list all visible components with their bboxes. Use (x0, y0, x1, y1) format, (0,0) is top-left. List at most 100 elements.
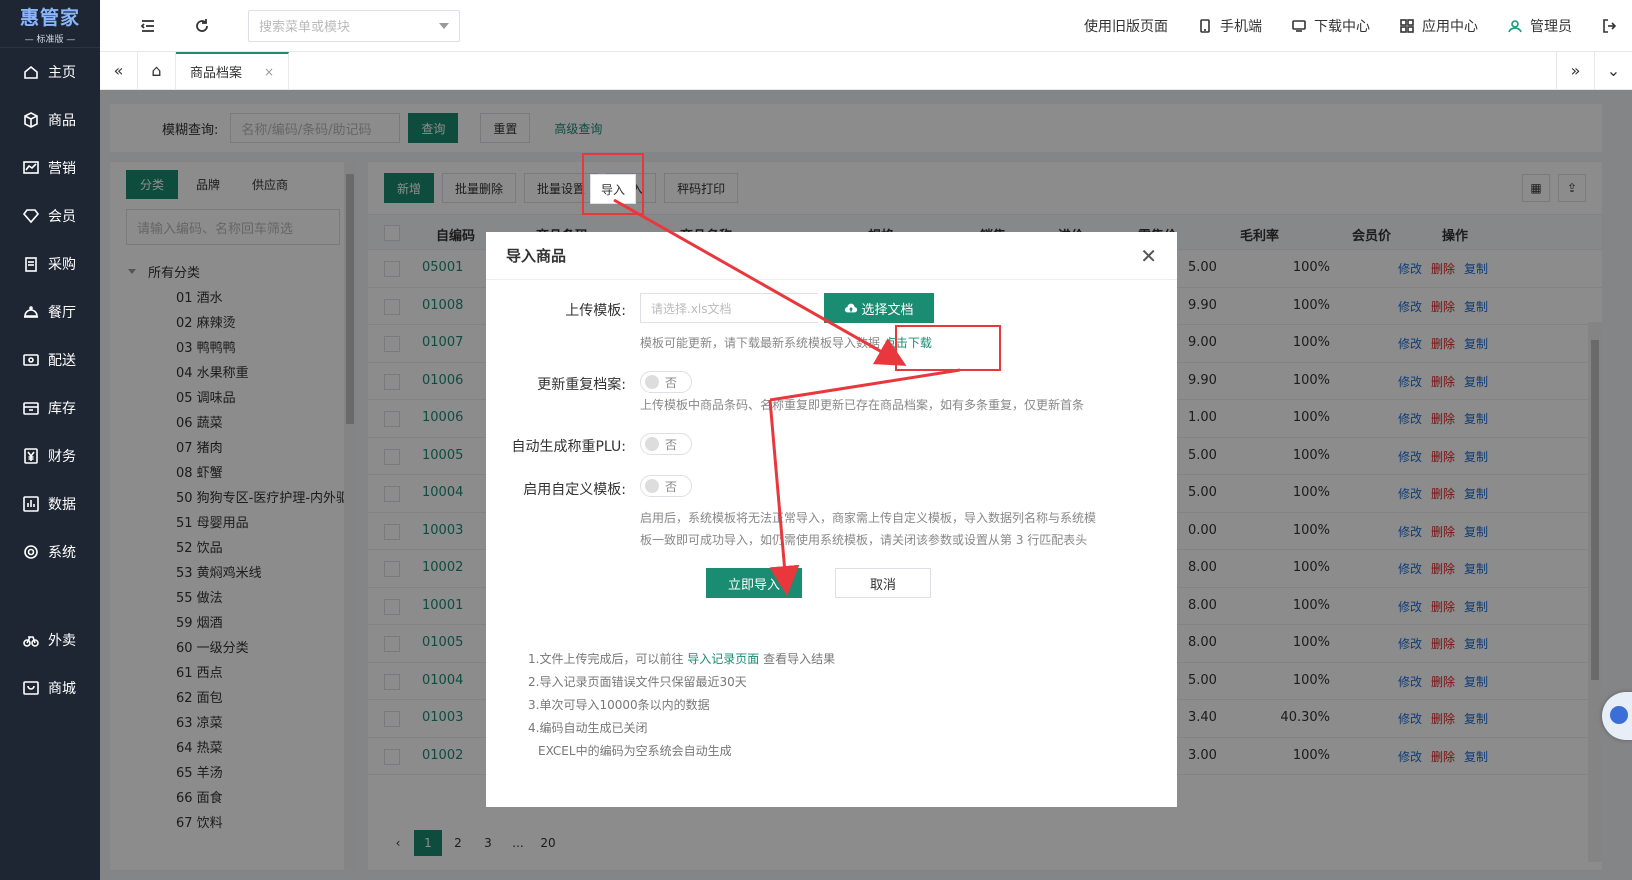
sidebar-item-label: 主页 (48, 65, 76, 81)
logout-button[interactable] (1602, 18, 1624, 33)
cloche-icon (22, 303, 40, 321)
bike-icon (22, 631, 40, 649)
old-page-link[interactable]: 使用旧版页面 (1084, 16, 1168, 36)
user-menu[interactable]: 管理员 (1508, 16, 1572, 36)
file-path-input[interactable]: 请选择.xls文档 (640, 293, 818, 323)
tab-goods-archive[interactable]: 商品档案 × (176, 52, 290, 89)
download-center-link[interactable]: 下载中心 (1292, 16, 1370, 36)
menu-collapse-icon[interactable] (128, 6, 168, 46)
box-icon (22, 399, 40, 417)
note-1-prefix: 1.文件上传完成后，可以前往 (528, 652, 688, 666)
sidebar-item-label: 库存 (48, 401, 76, 417)
import-records-link[interactable]: 导入记录页面 (687, 652, 759, 666)
sidebar-item-label: 餐厅 (48, 305, 76, 321)
note-2: 2.导入记录页面错误文件只保留最近30天 (528, 675, 747, 689)
import-now-button[interactable]: 立即导入 (706, 568, 802, 598)
refresh-icon[interactable] (182, 6, 222, 46)
toggle-knob (645, 437, 659, 451)
settings-icon (22, 543, 40, 561)
user-icon (1508, 19, 1522, 32)
sidebar-item-2[interactable]: 营销 (0, 144, 100, 192)
clipboard-icon (22, 255, 40, 273)
sidebar-item-label: 商城 (48, 681, 76, 697)
toggle-state: 否 (665, 437, 678, 452)
choose-file-button[interactable]: 选择文档 (824, 293, 934, 323)
mobile-label: 手机端 (1220, 18, 1262, 35)
import-goods-dialog: 导入商品 ✕ 上传模板: 请选择.xls文档 选择文档 模板可能更新，请下载最新… (486, 232, 1177, 807)
sidebar-item-label: 外卖 (48, 633, 76, 649)
tabs-scroll-right-icon[interactable]: » (1556, 52, 1594, 89)
toggle-state: 否 (665, 479, 678, 494)
note-3: 3.单次可导入10000条以内的数据 (528, 698, 710, 712)
auto-plu-label: 自动生成称重PLU: (511, 439, 626, 455)
menu-search-select[interactable]: 搜索菜单或模块 (248, 9, 460, 42)
apps-grid-icon (1400, 18, 1414, 33)
sidebar-item-6[interactable]: 配送 (0, 336, 100, 384)
sidebar-item-label: 营销 (48, 161, 76, 177)
dialog-header: 导入商品 ✕ (486, 232, 1177, 280)
sidebar-item-label: 会员 (48, 209, 76, 225)
sidebar-item-label: 数据 (48, 497, 76, 513)
sidebar-item-extra-0[interactable]: 外卖 (0, 616, 100, 664)
annotation-box-download (895, 325, 1001, 371)
logo: 惠管家 — 标准版 — (0, 0, 100, 48)
logo-text: 惠管家 (19, 6, 80, 29)
tabs-bar: « ⌂ 商品档案 × » ⌄ (100, 52, 1632, 90)
sidebar-item-0[interactable]: 主页 (0, 48, 100, 96)
sidebar-item-label: 系统 (48, 545, 76, 561)
old-page-label: 使用旧版页面 (1084, 18, 1168, 35)
custom-template-label: 启用自定义模板: (523, 482, 626, 498)
sidebar-item-10[interactable]: 系统 (0, 528, 100, 576)
mobile-link[interactable]: 手机端 (1198, 16, 1262, 36)
sidebar-item-label: 财务 (48, 449, 76, 465)
dialog-title: 导入商品 (506, 247, 567, 265)
update-duplicate-toggle[interactable]: 否 (640, 371, 692, 393)
sidebar-item-8[interactable]: 财务 (0, 432, 100, 480)
tabs-menu-chevron-icon[interactable]: ⌄ (1594, 52, 1632, 89)
home-tab-icon[interactable]: ⌂ (138, 52, 176, 89)
cancel-button[interactable]: 取消 (835, 568, 931, 598)
template-hint: 模板可能更新，请下载最新系统模板导入数据 点击下载 (640, 332, 932, 354)
shop-icon (22, 679, 40, 697)
sidebar-item-3[interactable]: 会员 (0, 192, 100, 240)
sidebar-item-9[interactable]: 数据 (0, 480, 100, 528)
monitor-icon (1292, 19, 1306, 32)
app-center-link[interactable]: 应用中心 (1400, 16, 1478, 36)
diamond-icon (22, 207, 40, 225)
sidebar-item-extra-1[interactable]: 商城 (0, 664, 100, 712)
update-duplicate-label: 更新重复档案: (537, 377, 626, 393)
yen-icon (22, 447, 40, 465)
truck-icon (22, 351, 40, 369)
sidebar-item-label: 商品 (48, 113, 76, 129)
update-duplicate-hint: 上传模板中商品条码、名称重复即更新已存在商品档案，如有多条重复，仅更新首条 (640, 398, 1085, 412)
chevron-down-icon (439, 22, 449, 29)
cloud-upload-icon (845, 303, 858, 313)
toggle-knob (645, 375, 659, 389)
download-center-label: 下载中心 (1314, 18, 1370, 35)
close-icon[interactable]: × (264, 65, 274, 79)
tabs-scroll-left-icon[interactable]: « (100, 52, 138, 89)
close-icon[interactable]: ✕ (1140, 244, 1157, 268)
toggle-state: 否 (665, 375, 678, 390)
sidebar-item-label: 采购 (48, 257, 76, 273)
tab-goods-archive-label: 商品档案 (190, 66, 243, 81)
auto-plu-toggle[interactable]: 否 (640, 433, 692, 455)
topbar: 搜索菜单或模块 使用旧版页面 手机端 下载中心 应用中心 管理员 (100, 0, 1632, 52)
sidebar-item-5[interactable]: 餐厅 (0, 288, 100, 336)
custom-template-toggle[interactable]: 否 (640, 475, 692, 497)
logout-icon (1603, 18, 1616, 33)
note-5: EXCEL中的编码为空系统会自动生成 (538, 744, 732, 758)
custom-template-hint: 启用后，系统模板将无法正常导入，商家需上传自定义模板，导入数据列名称与系统模 板… (640, 507, 1096, 551)
menu-search-placeholder: 搜索菜单或模块 (259, 20, 351, 35)
import-notes: 1.文件上传完成后，可以前往 导入记录页面 查看导入结果 2.导入记录页面错误文… (528, 648, 835, 763)
sidebar-item-label: 配送 (48, 353, 76, 369)
sidebar: 惠管家 — 标准版 — 主页商品营销会员采购餐厅配送库存财务数据系统 外卖商城 (0, 0, 100, 880)
cube-icon (22, 111, 40, 129)
toggle-knob (645, 479, 659, 493)
sidebar-item-7[interactable]: 库存 (0, 384, 100, 432)
sidebar-item-1[interactable]: 商品 (0, 96, 100, 144)
home-icon (22, 63, 40, 81)
template-hint-text: 模板可能更新，请下载最新系统模板导入数据 (640, 336, 881, 350)
sidebar-item-4[interactable]: 采购 (0, 240, 100, 288)
logo-edition: — 标准版 — (24, 34, 76, 45)
